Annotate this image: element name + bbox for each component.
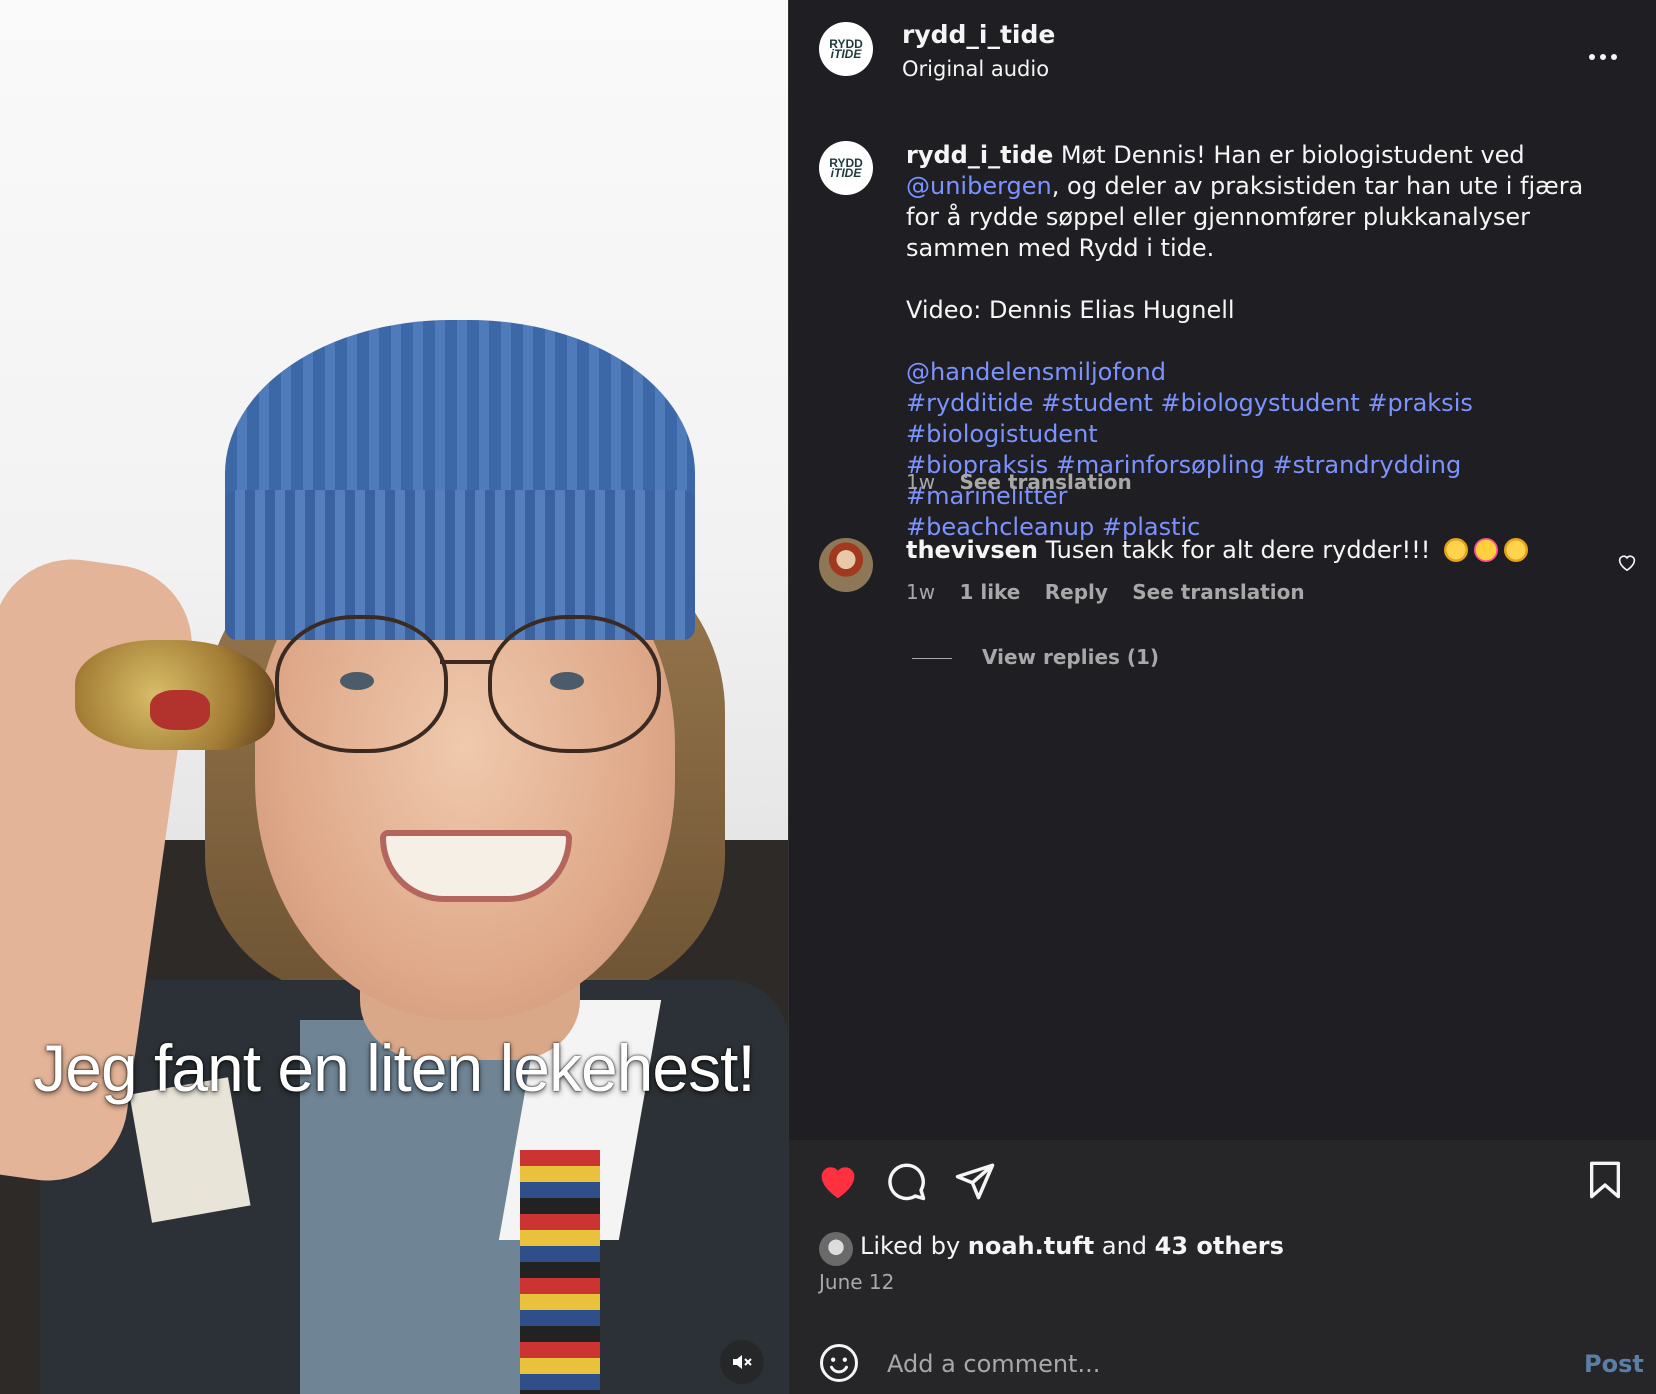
caption-meta: 1w See translation — [906, 470, 1132, 494]
hashtags-line-1[interactable]: #rydditide #student #biologystudent #pra… — [906, 388, 1616, 450]
caption-username[interactable]: rydd_i_tide — [906, 141, 1053, 169]
comment-input[interactable]: Add a comment... — [887, 1350, 1100, 1378]
reel-video[interactable]: Jeg fant en liten lekehest! — [0, 0, 788, 1394]
more-options-button[interactable] — [1589, 35, 1617, 68]
liked-by-user[interactable]: noah.tuft — [968, 1232, 1094, 1260]
liked-by-mid: and — [1094, 1232, 1155, 1260]
emoji-button[interactable] — [819, 1343, 859, 1387]
star-struck-emoji — [1473, 538, 1498, 562]
commenter-avatar[interactable] — [819, 538, 873, 592]
liked-by-prefix: Liked by — [860, 1232, 968, 1260]
comment-meta: 1w 1 like Reply See translation — [906, 580, 1305, 604]
replies-divider — [912, 658, 952, 659]
comment: thevivsen Tusen takk for alt dere rydder… — [906, 536, 1528, 564]
video-caption: Jeg fant en liten lekehest! — [33, 1031, 756, 1105]
comment-button[interactable] — [885, 1160, 927, 1206]
toy-horse-saddle — [150, 690, 210, 730]
right-eye — [550, 672, 584, 690]
caption-paragraph: rydd_i_tide Møt Dennis! Han er biologist… — [906, 140, 1616, 264]
clapping-hands-emoji — [1443, 538, 1468, 562]
glasses-bridge — [440, 660, 492, 664]
bookmark-icon — [1589, 1161, 1620, 1199]
view-replies-button[interactable]: View replies (1) — [982, 645, 1159, 669]
heart-outline-icon — [1618, 555, 1636, 572]
speaker-muted-icon — [733, 1355, 752, 1369]
liker-avatar[interactable] — [819, 1232, 853, 1266]
account-avatar[interactable]: RYDD iTIDE — [819, 22, 873, 76]
header-username[interactable]: rydd_i_tide — [902, 20, 1055, 49]
mention-unibergen[interactable]: @unibergen — [906, 172, 1052, 200]
caption-text-1: Møt Dennis! Han er biologistudent ved — [1053, 141, 1525, 169]
logo-text-bottom: iTIDE — [830, 166, 862, 180]
comment-icon — [888, 1163, 926, 1201]
comment-reply-button[interactable]: Reply — [1045, 580, 1108, 604]
video-credit: Video: Dennis Elias Hugnell — [906, 296, 1235, 324]
smiley-icon — [820, 1344, 858, 1382]
liked-by: Liked by noah.tuft and 43 others — [860, 1232, 1284, 1260]
mention-handelensmiljofond[interactable]: @handelensmiljofond — [906, 357, 1616, 388]
save-button[interactable] — [1587, 1160, 1623, 1204]
more-horizontal-icon — [1589, 54, 1617, 60]
like-button[interactable] — [816, 1160, 860, 1204]
comment-like-button[interactable] — [1617, 553, 1637, 575]
comment-time[interactable]: 1w — [906, 580, 935, 604]
comment-text: Tusen takk for alt dere rydder!!! — [1038, 536, 1431, 564]
liked-by-others[interactable]: 43 others — [1155, 1232, 1284, 1260]
caption-time[interactable]: 1w — [906, 470, 935, 494]
beanie-cuff — [225, 490, 695, 640]
smile — [380, 830, 572, 902]
mute-button[interactable] — [720, 1340, 764, 1384]
left-eye — [340, 672, 374, 690]
post-comment-button[interactable]: Post — [1584, 1350, 1644, 1378]
share-button[interactable] — [954, 1160, 996, 1206]
clapping-hands-emoji — [1503, 538, 1528, 562]
comment-see-translation[interactable]: See translation — [1132, 580, 1304, 604]
post-date[interactable]: June 12 — [819, 1270, 894, 1294]
caption-see-translation[interactable]: See translation — [959, 470, 1131, 494]
caption-avatar[interactable]: RYDD iTIDE — [819, 141, 873, 195]
heart-filled-icon — [821, 1167, 855, 1199]
logo-text-bottom: iTIDE — [830, 47, 862, 61]
send-icon — [955, 1163, 995, 1200]
comment-likes[interactable]: 1 like — [959, 580, 1020, 604]
post-panel: RYDD iTIDE rydd_i_tide Original audio RY… — [788, 0, 1656, 1394]
person-sweater — [520, 1150, 600, 1394]
comment-username[interactable]: thevivsen — [906, 536, 1038, 564]
original-audio-link[interactable]: Original audio — [902, 57, 1049, 81]
